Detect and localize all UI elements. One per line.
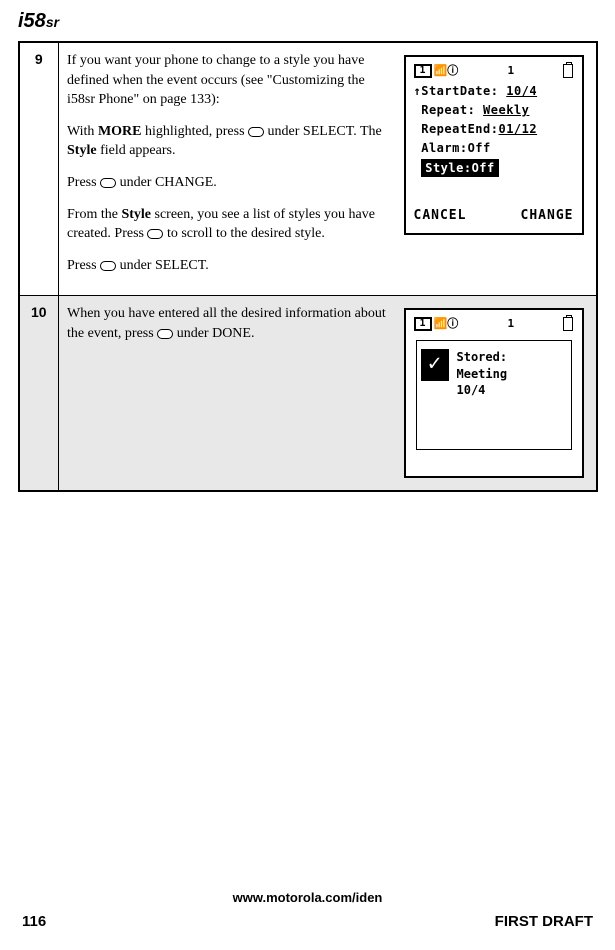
instruction-table: 9 If you want your phone to change to a … <box>18 41 598 492</box>
step-number: 10 <box>19 296 59 492</box>
footer-bottom: 116 FIRST DRAFT <box>10 913 605 930</box>
draft-label: FIRST DRAFT <box>495 913 593 930</box>
softkey-right: CHANGE <box>521 207 574 225</box>
phone-line: Repeat: Weekly <box>412 101 576 120</box>
paragraph: Press under CHANGE. <box>67 173 387 193</box>
phone-screen-2: 1 📶ⓘ 1 ✓ Stored: Meeting 10/4 <box>404 308 584 478</box>
paragraph: Press under SELECT. <box>67 256 387 276</box>
model-name: i58 <box>18 10 46 32</box>
status-number: 1 <box>508 316 515 331</box>
page-number: 116 <box>22 913 46 930</box>
signal-icon: 1 <box>414 64 432 78</box>
battery-icon <box>563 64 573 78</box>
page-footer: www.motorola.com/iden 116 FIRST DRAFT <box>10 890 605 930</box>
button-icon <box>100 178 116 188</box>
paragraph: If you want your phone to change to a st… <box>67 51 387 110</box>
stored-confirmation: ✓ Stored: Meeting 10/4 <box>416 340 572 450</box>
softkey-left: CANCEL <box>414 207 467 225</box>
phone-line: RepeatEnd:01/12 <box>412 120 576 139</box>
indicator-icons: 📶ⓘ <box>434 63 459 78</box>
phone-line: Style:Off <box>412 158 576 179</box>
paragraph: From the Style screen, you see a list of… <box>67 205 387 244</box>
battery-icon <box>563 317 573 331</box>
step-text: If you want your phone to change to a st… <box>67 51 387 287</box>
checkmark-icon: ✓ <box>421 349 449 381</box>
signal-icon: 1 <box>414 317 432 331</box>
step-text: When you have entered all the desired in… <box>67 304 387 355</box>
scroll-icon <box>147 229 163 239</box>
paragraph: With MORE highlighted, press under SELEC… <box>67 122 387 161</box>
button-icon <box>248 127 264 137</box>
table-row: 9 If you want your phone to change to a … <box>19 42 597 296</box>
table-row: 10 When you have entered all the desired… <box>19 296 597 492</box>
phone-status-bar: 1 📶ⓘ 1 <box>412 63 576 78</box>
step-description: When you have entered all the desired in… <box>59 296 597 492</box>
phone-softkeys: CANCEL CHANGE <box>412 205 576 227</box>
phone-line: ↑StartDate: 10/4 <box>412 82 576 101</box>
paragraph: When you have entered all the desired in… <box>67 304 387 343</box>
indicator-icons: 📶ⓘ <box>434 316 459 331</box>
phone-status-bar: 1 📶ⓘ 1 <box>412 316 576 331</box>
footer-url: www.motorola.com/iden <box>10 890 605 905</box>
phone-body: ↑StartDate: 10/4 Repeat: Weekly RepeatEn… <box>412 82 576 204</box>
page-header: i58sr <box>18 10 605 33</box>
button-icon <box>157 329 173 339</box>
status-number: 1 <box>508 63 515 78</box>
stored-text: Stored: Meeting 10/4 <box>457 349 508 399</box>
step-number: 9 <box>19 42 59 296</box>
button-icon <box>100 261 116 271</box>
model-suffix: sr <box>46 14 59 30</box>
phone-screen-1: 1 📶ⓘ 1 ↑StartDate: 10/4 Repeat: Weekly R… <box>404 55 584 235</box>
phone-line: Alarm:Off <box>412 139 576 158</box>
step-description: If you want your phone to change to a st… <box>59 42 597 296</box>
